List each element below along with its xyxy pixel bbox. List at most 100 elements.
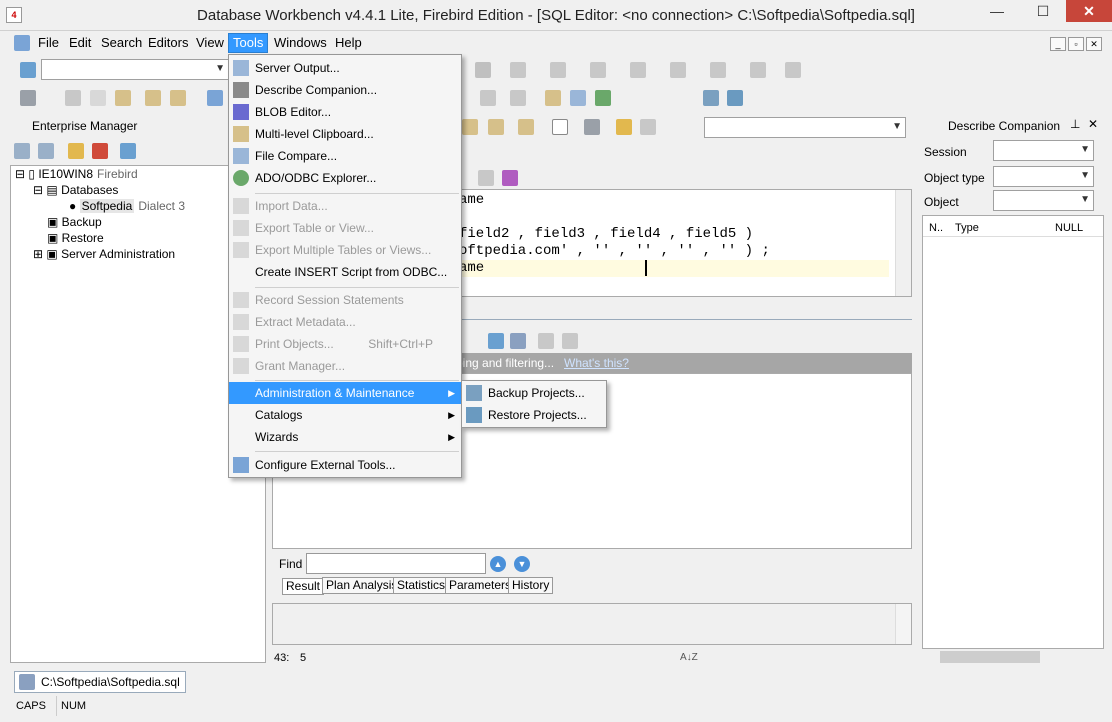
- menu-item-blob-editor[interactable]: BLOB Editor...: [229, 101, 461, 123]
- folder-icon[interactable]: [68, 143, 84, 159]
- menu-item-administration-maintenance[interactable]: Administration & Maintenance ▶: [229, 382, 461, 404]
- paste-icon[interactable]: [115, 90, 131, 106]
- message-pane[interactable]: [272, 603, 912, 645]
- menu-item-multi-level-clipboard[interactable]: Multi-level Clipboard...: [229, 123, 461, 145]
- menu-item-catalogs[interactable]: Catalogs ▶: [229, 404, 461, 426]
- menu-search[interactable]: Search: [97, 33, 146, 53]
- menu-item-import-data: Import Data...: [229, 195, 461, 217]
- find-previous-icon[interactable]: ▲: [490, 556, 506, 572]
- statement-combo[interactable]: ▼: [704, 117, 906, 138]
- print-icon: [233, 336, 249, 352]
- menu-item-server-output[interactable]: Server Output...: [229, 57, 461, 79]
- toolbar-disabled-icon: [538, 333, 554, 349]
- menu-file[interactable]: File: [34, 33, 63, 53]
- format-icon[interactable]: [616, 119, 632, 135]
- mdi-close-button[interactable]: ✕: [1086, 37, 1102, 51]
- toolbar-disabled-icon: [630, 62, 646, 78]
- compare-icon[interactable]: [570, 90, 586, 106]
- menu-item-describe-companion[interactable]: Describe Companion...: [229, 79, 461, 101]
- tab-statistics[interactable]: Statistics: [393, 577, 450, 594]
- menu-separator: [255, 451, 459, 452]
- print-icon[interactable]: [20, 90, 36, 106]
- column-grid-hscroll[interactable]: [922, 649, 1104, 665]
- menu-windows[interactable]: Windows: [270, 33, 331, 53]
- unregister-icon[interactable]: [38, 143, 54, 159]
- tab-history[interactable]: History: [508, 577, 554, 594]
- find-next-icon[interactable]: ▼: [514, 556, 530, 572]
- scroll-thumb[interactable]: [940, 651, 1040, 663]
- minimize-button[interactable]: —: [974, 0, 1020, 22]
- maximize-button[interactable]: ☐: [1020, 0, 1066, 22]
- menu-item-configure-external-tools[interactable]: Configure External Tools...: [229, 454, 461, 476]
- tree-node-softpedia[interactable]: ● Softpedia Dialect 3: [69, 198, 185, 214]
- menu-help[interactable]: Help: [331, 33, 366, 53]
- print-icon[interactable]: [584, 119, 600, 135]
- menu-item-wizards[interactable]: Wizards ▶: [229, 426, 461, 448]
- tree-node-backup[interactable]: ▣ Backup: [47, 214, 102, 230]
- paste-icon[interactable]: [518, 119, 534, 135]
- panel-close-icon[interactable]: ✕: [1088, 117, 1098, 131]
- document-tab[interactable]: C:\Softpedia\Softpedia.sql: [14, 671, 186, 693]
- connection-combo[interactable]: ▼: [41, 59, 229, 80]
- menu-edit[interactable]: Edit: [65, 33, 95, 53]
- connection-icon[interactable]: [20, 62, 36, 78]
- tree-node-databases[interactable]: ⊟ ▤ Databases: [33, 182, 118, 198]
- menu-view[interactable]: View: [192, 33, 228, 53]
- refresh-icon[interactable]: [120, 143, 136, 159]
- delete-icon[interactable]: [92, 143, 108, 159]
- form-icon[interactable]: [510, 333, 526, 349]
- find-input[interactable]: [306, 553, 486, 574]
- session-combo[interactable]: ▼: [993, 140, 1094, 161]
- sort-icon[interactable]: A↓Z: [680, 648, 698, 668]
- menu-item-ado-odbc-explorer[interactable]: ADO/ODBC Explorer...: [229, 167, 461, 189]
- submenu-arrow-icon: ▶: [448, 410, 455, 420]
- mdi-minimize-button[interactable]: _: [1050, 37, 1066, 51]
- menu-item-record-session: Record Session Statements: [229, 289, 461, 311]
- tree-node-restore[interactable]: ▣ Restore: [47, 230, 104, 246]
- administration-submenu: Backup Projects... Restore Projects...: [461, 380, 607, 428]
- clipboard-icon[interactable]: [145, 90, 161, 106]
- menu-item-backup-projects[interactable]: Backup Projects...: [462, 382, 606, 404]
- ddl-icon: [233, 314, 249, 330]
- close-button[interactable]: ✕: [1066, 0, 1112, 22]
- message-scrollbar[interactable]: [895, 604, 911, 644]
- braces-icon[interactable]: [552, 119, 568, 135]
- tree-node-server[interactable]: ⊟ ▯ IE10WIN8 Firebird: [15, 166, 138, 182]
- clipboard-icon[interactable]: [545, 90, 561, 106]
- mdi-restore-button[interactable]: ▫: [1068, 37, 1084, 51]
- whats-this-link[interactable]: What's this?: [564, 353, 629, 373]
- menu-item-file-compare[interactable]: File Compare...: [229, 145, 461, 167]
- toolbar-edit: [10, 85, 1105, 112]
- editor-scrollbar[interactable]: [895, 190, 911, 296]
- menu-editors[interactable]: Editors: [144, 33, 192, 53]
- menu-item-create-insert-script[interactable]: Create INSERT Script from ODBC...: [229, 261, 461, 283]
- database-icon[interactable]: [703, 90, 719, 106]
- clipboard-icon[interactable]: [488, 119, 504, 135]
- eraser-icon[interactable]: [502, 170, 518, 186]
- column-grid[interactable]: N.. Type NULL: [922, 215, 1104, 649]
- app-menu-icon[interactable]: [14, 35, 30, 51]
- register-icon[interactable]: [14, 143, 30, 159]
- database-icon[interactable]: [727, 90, 743, 106]
- tab-plan-analysis[interactable]: Plan Analysis: [322, 577, 402, 594]
- edit-icon[interactable]: [488, 333, 504, 349]
- clipboard-icon[interactable]: [170, 90, 186, 106]
- pin-icon[interactable]: ⊥: [1070, 117, 1080, 131]
- menu-tools[interactable]: Tools: [228, 33, 269, 53]
- tree-node-server-administration[interactable]: ⊞ ▣ Server Administration: [33, 246, 175, 262]
- menu-item-restore-projects[interactable]: Restore Projects...: [462, 404, 606, 426]
- column-header-number[interactable]: N..: [929, 222, 943, 234]
- tab-result[interactable]: Result: [282, 578, 325, 595]
- toolbar-disabled-icon: [750, 62, 766, 78]
- globe-icon[interactable]: [595, 90, 611, 106]
- tab-parameters[interactable]: Parameters: [445, 577, 516, 594]
- sql-file-icon: [19, 674, 35, 690]
- open-icon[interactable]: [207, 90, 223, 106]
- clipboard-icon[interactable]: [462, 119, 478, 135]
- column-header-null[interactable]: NULL: [1055, 222, 1083, 234]
- object-combo[interactable]: ▼: [993, 190, 1094, 211]
- column-header-type[interactable]: Type: [955, 222, 979, 234]
- menu-separator: [255, 380, 459, 381]
- record-icon: [510, 90, 526, 106]
- object-type-combo[interactable]: ▼: [993, 166, 1094, 187]
